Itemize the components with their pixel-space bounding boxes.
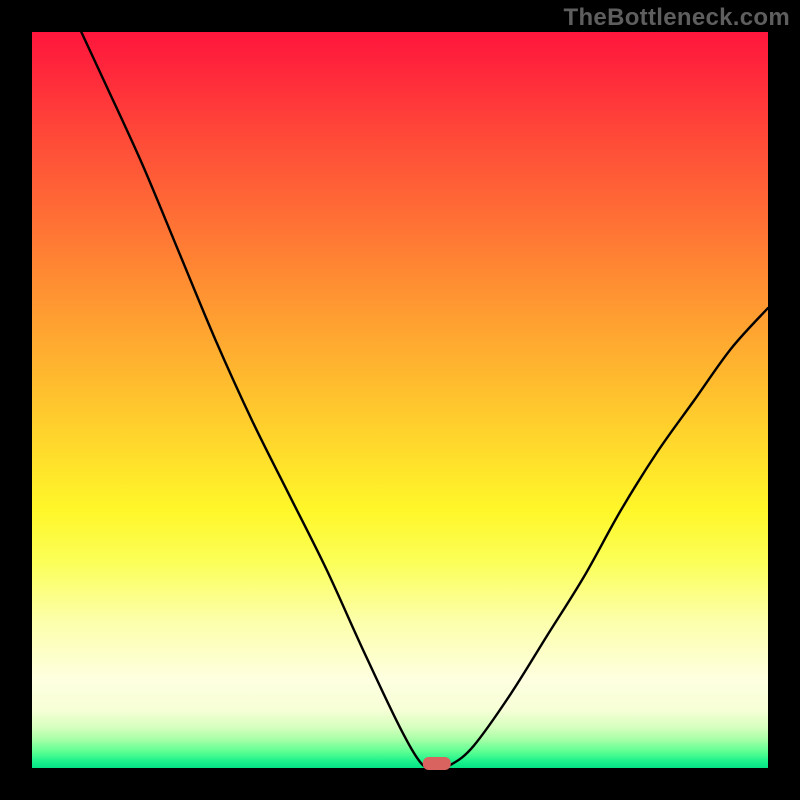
optimal-marker <box>423 757 451 770</box>
gradient-background <box>32 32 768 768</box>
bottleneck-chart <box>0 0 800 800</box>
chart-frame: TheBottleneck.com <box>0 0 800 800</box>
